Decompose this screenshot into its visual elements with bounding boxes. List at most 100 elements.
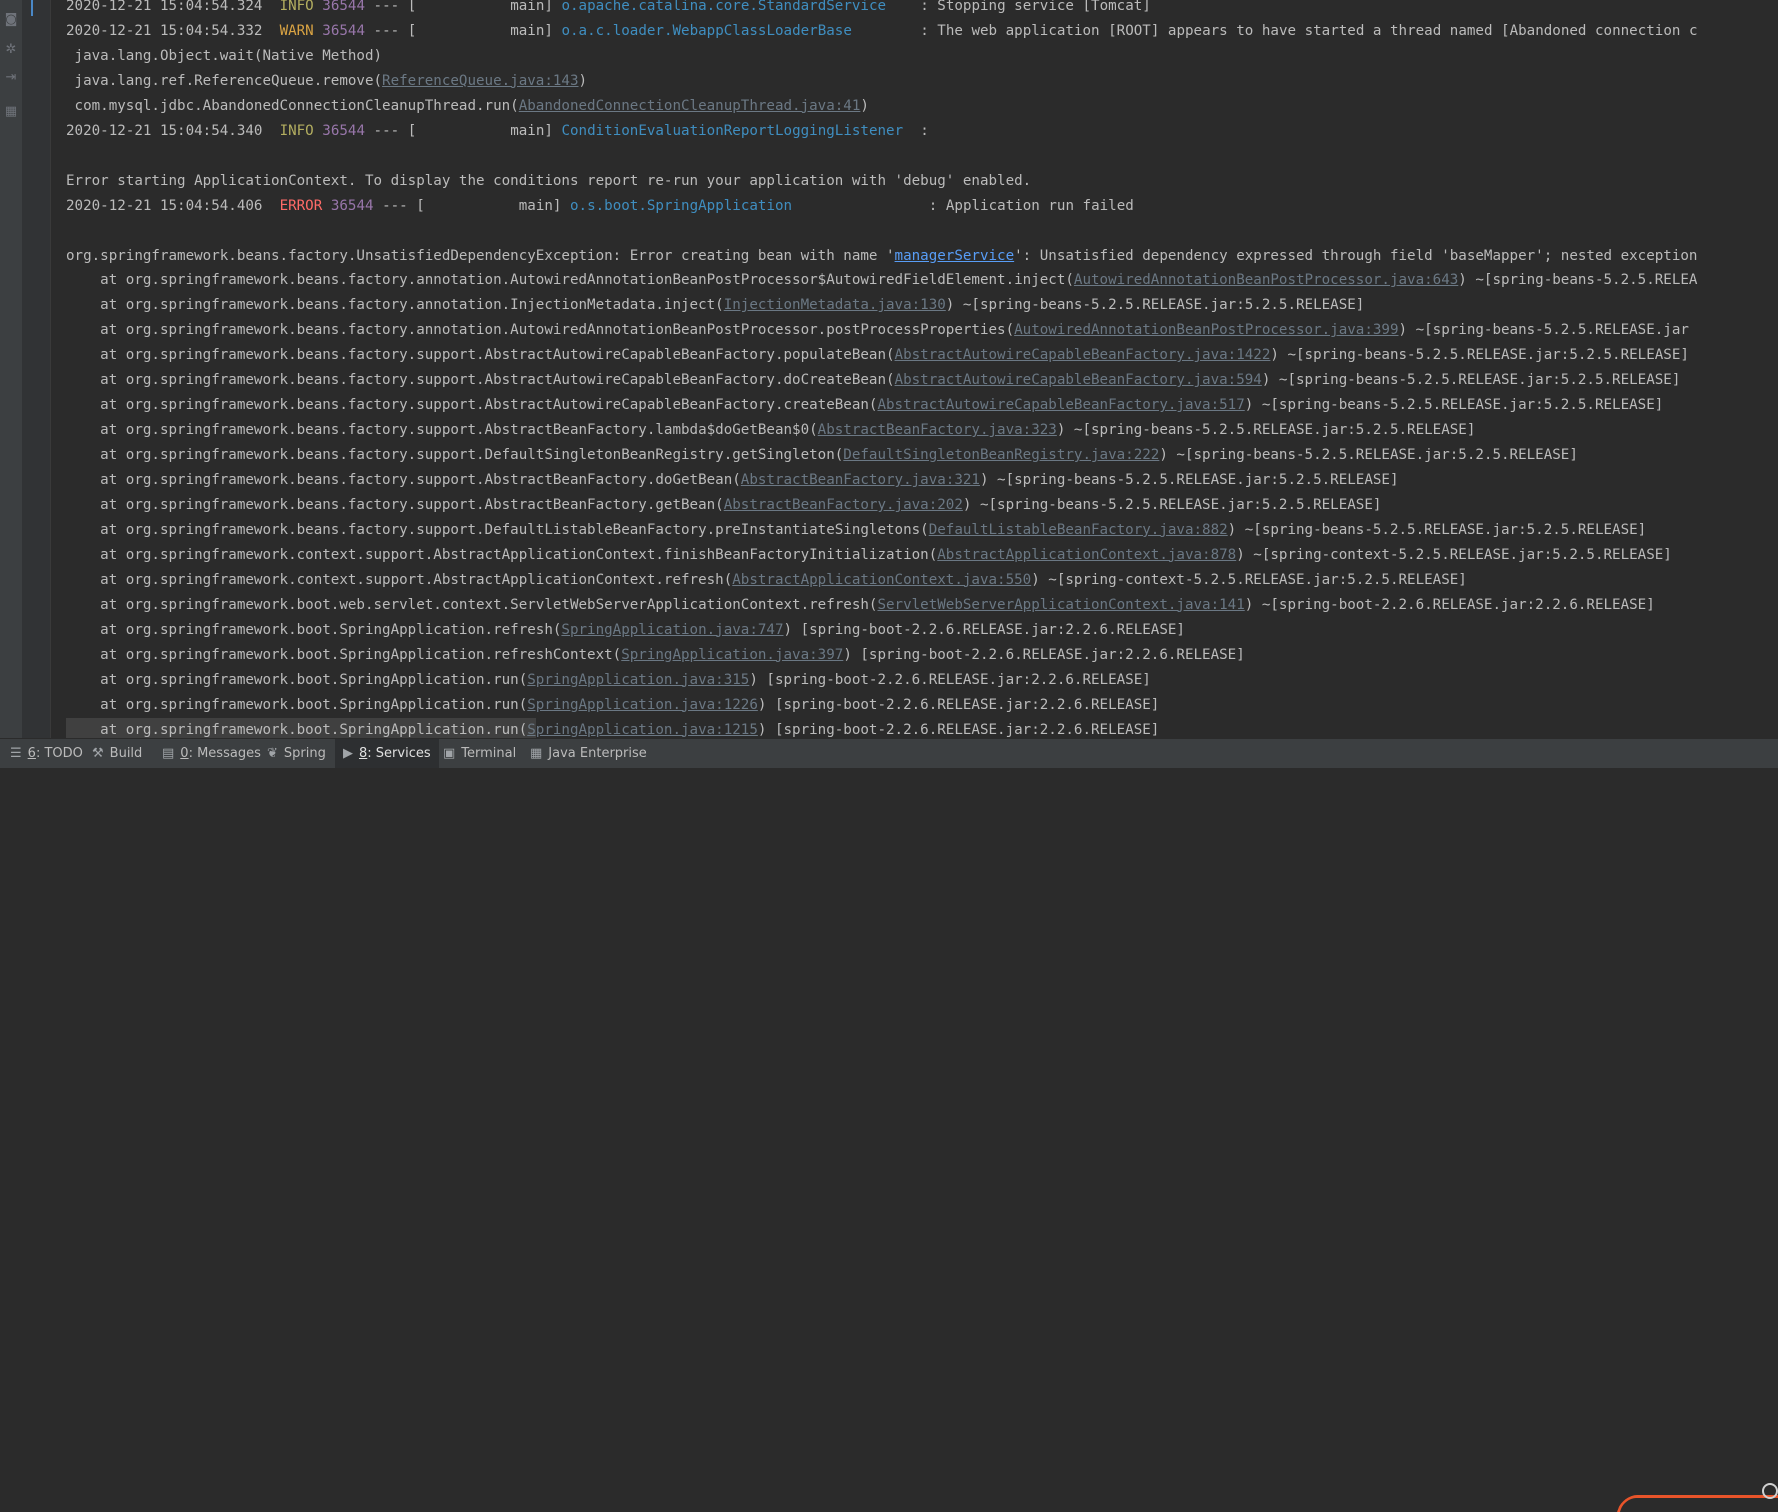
- annotation-stroke: [1616, 1495, 1778, 1512]
- console-line: at org.springframework.beans.factory.sup…: [66, 493, 1381, 518]
- log-message: : Application run failed: [920, 197, 1134, 214]
- console-line: at org.springframework.boot.SpringApplic…: [66, 693, 1159, 718]
- source-link[interactable]: AbstractAutowireCapableBeanFactory.java:…: [877, 397, 1244, 413]
- stack-frame-suffix: ) ~[spring-beans-5.2.5.RELEASE.jar:5.2.5…: [1261, 372, 1681, 389]
- camera-icon[interactable]: ◙: [2, 10, 20, 28]
- source-link[interactable]: AutowiredAnnotationBeanPostProcessor.jav…: [1014, 322, 1398, 338]
- layout-icon[interactable]: ▦: [2, 102, 20, 120]
- source-link[interactable]: AbstractAutowireCapableBeanFactory.java:…: [895, 347, 1271, 363]
- source-link[interactable]: AbstractBeanFactory.java:321: [741, 472, 980, 488]
- console-line: at org.springframework.beans.factory.sup…: [66, 368, 1680, 393]
- stack-frame-suffix: ) ~[spring-beans-5.2.5.RELEA: [1458, 272, 1698, 289]
- console-line: at org.springframework.beans.factory.sup…: [66, 343, 1689, 368]
- tab-java-enterprise[interactable]: ▦ Java Enterprise: [522, 739, 655, 768]
- console-line: 2020-12-21 15:04:54.340 INFO 36544 --- […: [66, 119, 929, 144]
- stack-frame-text: at org.springframework.beans.factory.sup…: [66, 447, 844, 464]
- stack-frame-text: at org.springframework.beans.factory.ann…: [66, 322, 1015, 339]
- log-message: : The web application [ROOT] appears to …: [911, 22, 1698, 39]
- source-link[interactable]: AbstractApplicationContext.java:550: [732, 572, 1031, 588]
- log-pid: 36544: [322, 0, 365, 14]
- console-line: at org.springframework.boot.SpringApplic…: [66, 718, 1159, 738]
- source-link[interactable]: ReferenceQueue.java:143: [382, 73, 578, 89]
- console-line: at org.springframework.boot.web.servlet.…: [66, 593, 1655, 618]
- stack-frame-suffix: ) ~[spring-beans-5.2.5.RELEASE.jar:5.2.5…: [1159, 447, 1578, 464]
- log-logger: o.apache.catalina.core.StandardService: [561, 0, 912, 14]
- console-line: at org.springframework.context.support.A…: [66, 568, 1467, 593]
- source-link[interactable]: AbstractAutowireCapableBeanFactory.java:…: [895, 372, 1262, 388]
- tab-todo[interactable]: ☰ 6: TODO: [2, 739, 91, 768]
- tab-build[interactable]: ⚒ Build: [84, 739, 150, 768]
- search-icon[interactable]: [1762, 1483, 1778, 1499]
- tab-text: : Messages: [188, 746, 261, 761]
- stack-frame-suffix: ) [spring-boot-2.2.6.RELEASE.jar:2.2.6.R…: [757, 696, 1160, 713]
- console-gutter: [22, 0, 51, 738]
- source-link[interactable]: ServletWebServerApplicationContext.java:…: [877, 597, 1244, 613]
- console-line: at org.springframework.boot.SpringApplic…: [66, 618, 1185, 643]
- stack-frame-text: at org.springframework.beans.factory.sup…: [66, 422, 818, 439]
- stack-frame-text: at org.springframework.boot.SpringApplic…: [66, 671, 528, 688]
- source-link[interactable]: AbstractBeanFactory.java:202: [724, 497, 963, 513]
- source-link[interactable]: InjectionMetadata.java:130: [724, 297, 946, 313]
- log-logger: o.s.boot.SpringApplication: [570, 197, 921, 214]
- source-link[interactable]: managerService: [895, 248, 1015, 264]
- tab-label: Build: [110, 746, 143, 761]
- stack-frame-text: java.lang.ref.ReferenceQueue.remove(: [66, 72, 383, 89]
- stack-frame-text: at org.springframework.beans.factory.sup…: [66, 397, 878, 414]
- source-link[interactable]: AbstractApplicationContext.java:878: [937, 547, 1236, 563]
- terminal-icon: ▣: [443, 746, 456, 761]
- stack-frame-suffix: ) ~[spring-beans-5.2.5.RELEASE.jar:5.2.5…: [979, 472, 1399, 489]
- tab-services[interactable]: ▶ 8: Services: [335, 739, 439, 768]
- stack-frame-suffix: ) [spring-boot-2.2.6.RELEASE.jar:2.2.6.R…: [749, 671, 1151, 688]
- log-logger: ConditionEvaluationReportLoggingListener: [561, 122, 912, 139]
- tab-label: 6: TODO: [28, 746, 83, 761]
- console-line: java.lang.Object.wait(Native Method): [66, 44, 383, 69]
- stack-frame-text: at org.springframework.context.support.A…: [66, 571, 733, 588]
- console-line: at org.springframework.beans.factory.sup…: [66, 518, 1646, 543]
- log-message: :: [911, 122, 929, 139]
- stack-frame-text: com.mysql.jdbc.AbandonedConnectionCleanu…: [66, 97, 519, 114]
- source-link[interactable]: SpringApplication.java:315: [527, 672, 749, 688]
- spring-leaf-icon: ❦: [267, 746, 278, 761]
- log-level: INFO: [279, 122, 314, 139]
- stack-frame-text: at org.springframework.beans.factory.sup…: [66, 497, 724, 513]
- console-text: java.lang.Object.wait(Native Method): [66, 47, 383, 64]
- source-link[interactable]: SpringApplication.java:397: [621, 647, 843, 663]
- console-line: at org.springframework.beans.factory.sup…: [66, 393, 1663, 418]
- log-pid: 36544: [322, 122, 365, 139]
- source-link[interactable]: DefaultListableBeanFactory.java:882: [929, 522, 1228, 538]
- tab-label: Java Enterprise: [548, 746, 646, 761]
- tab-text: Spring: [283, 746, 326, 761]
- log-thread: --- [ main]: [365, 22, 562, 39]
- source-link[interactable]: AbstractBeanFactory.java:323: [818, 422, 1057, 438]
- stack-frame-suffix: ) ~[spring-beans-5.2.5.RELEASE.jar:5.2.5…: [1227, 521, 1647, 538]
- source-link[interactable]: AbandonedConnectionCleanupThread.java:41: [519, 98, 861, 114]
- services-icon: ▶: [343, 746, 353, 761]
- stack-frame-text: at org.springframework.beans.factory.sup…: [66, 347, 895, 364]
- source-link[interactable]: SpringApplication.java:1215: [527, 722, 758, 738]
- tab-terminal[interactable]: ▣ Terminal: [435, 739, 524, 768]
- source-link[interactable]: DefaultSingletonBeanRegistry.java:222: [843, 447, 1159, 463]
- stack-frame-text: at org.springframework.beans.factory.sup…: [66, 472, 741, 489]
- source-link[interactable]: SpringApplication.java:1226: [527, 697, 758, 713]
- tab-messages[interactable]: ▤ 0: Messages: [154, 739, 269, 768]
- login-icon[interactable]: ⇥: [2, 68, 20, 86]
- hammer-icon: ⚒: [92, 746, 104, 761]
- stack-frame-suffix: ) ~[spring-beans-5.2.5.RELEASE.jar: [1398, 322, 1689, 339]
- source-link[interactable]: AutowiredAnnotationBeanPostProcessor.jav…: [1074, 272, 1458, 288]
- stack-frame-text: at org.springframework.context.support.A…: [66, 546, 938, 563]
- tab-mnemonic: 0: [180, 746, 189, 761]
- stack-frame-text: at org.springframework.boot.SpringApplic…: [66, 696, 528, 713]
- settings-icon[interactable]: ✲: [2, 40, 20, 58]
- stack-frame-suffix: ': Unsatisfied dependency expressed thro…: [1014, 247, 1698, 264]
- tab-spring[interactable]: ❦ Spring: [259, 739, 334, 768]
- stack-frame-text: at org.springframework.beans.factory.sup…: [66, 521, 929, 538]
- console-line: at org.springframework.context.support.A…: [66, 543, 1672, 568]
- log-pid: 36544: [322, 22, 365, 39]
- stack-frame-text: at org.springframework.boot.SpringApplic…: [66, 621, 562, 638]
- source-link[interactable]: SpringApplication.java:747: [561, 622, 783, 638]
- console-line: com.mysql.jdbc.AbandonedConnectionCleanu…: [66, 94, 869, 119]
- log-timestamp: 2020-12-21 15:04:54.406: [66, 197, 263, 214]
- log-thread: --- [ main]: [365, 0, 562, 14]
- console-line: at org.springframework.beans.factory.sup…: [66, 468, 1399, 493]
- run-console[interactable]: 2020-12-21 15:04:54.324 INFO 36544 --- […: [51, 0, 1778, 738]
